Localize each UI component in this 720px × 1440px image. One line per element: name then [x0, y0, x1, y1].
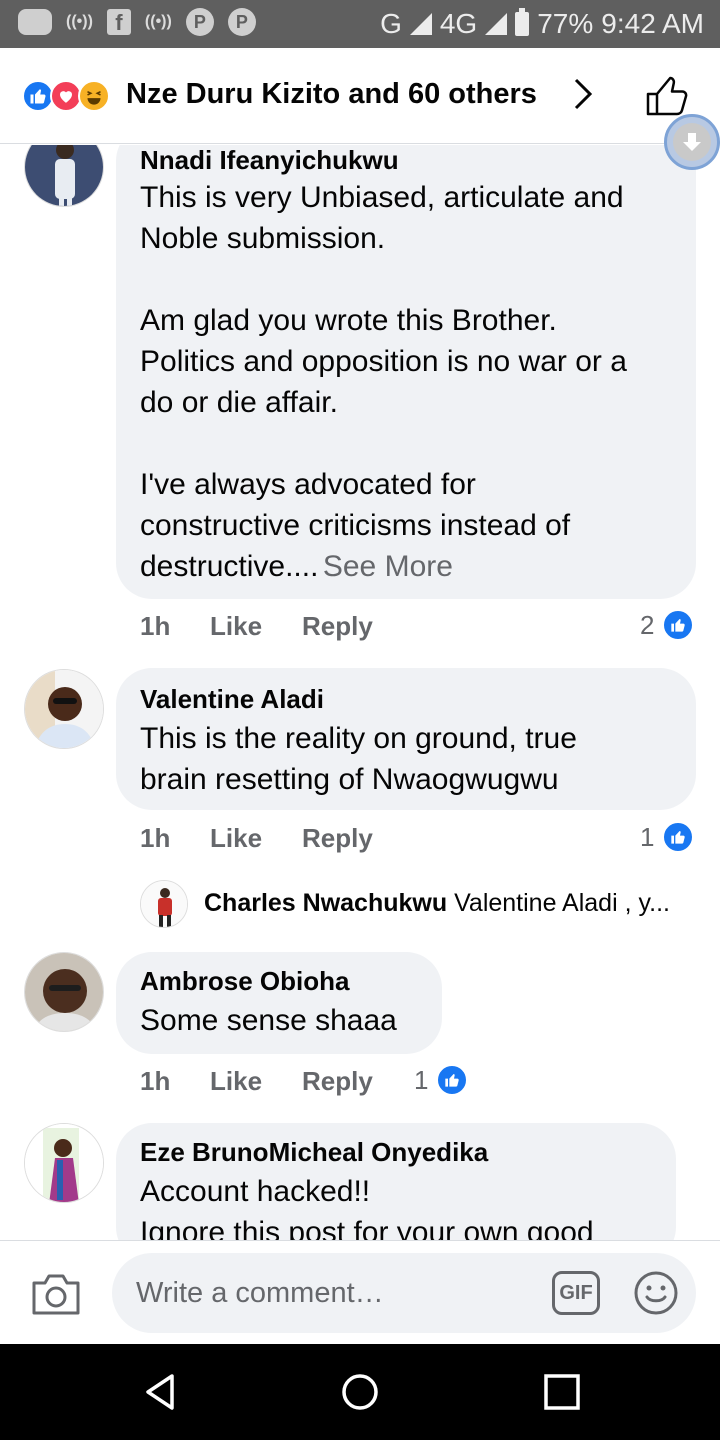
reaction-icons	[22, 80, 110, 112]
comment-actions: 1h Like Reply	[140, 611, 373, 642]
reactions-header[interactable]: Nze Duru Kizito and 60 others	[0, 48, 720, 144]
comment-text: Account hacked!! Ignore this post for yo…	[140, 1175, 594, 1240]
reply-author[interactable]: Charles Nwachukwu	[204, 889, 447, 917]
reply-snippet: Valentine Aladi , y...	[454, 889, 670, 917]
reactions-summary[interactable]: Nze Duru Kizito and 60 others	[126, 78, 537, 111]
signal-icon	[409, 13, 432, 35]
network-type-4g: 4G	[439, 8, 478, 39]
commenter-name[interactable]: Nnadi Ifeanyichukwu	[140, 145, 399, 176]
comment-bubble[interactable]: Valentine Aladi This is the reality on g…	[116, 668, 696, 810]
radio-waves-icon: ((•))	[66, 13, 93, 30]
reaction-count-value: 1	[414, 1064, 429, 1095]
avatar[interactable]	[24, 1123, 104, 1203]
reply-preview[interactable]: Charles Nwachukwu Valentine Aladi , y...	[204, 889, 670, 918]
radio-waves-icon-2: ((•))	[144, 13, 172, 30]
battery-level: 77%	[537, 8, 594, 39]
battery-icon	[515, 8, 530, 36]
like-button[interactable]: Like	[210, 823, 302, 854]
chevron-right-icon[interactable]	[568, 76, 598, 112]
camera-icon[interactable]	[30, 1271, 82, 1317]
comment-placeholder: Write a comment…	[136, 1277, 384, 1309]
like-badge-icon	[662, 609, 695, 641]
messages-app-icon	[18, 9, 52, 35]
comment-input[interactable]: Write a comment… GIF	[112, 1253, 696, 1333]
reply-button[interactable]: Reply	[302, 611, 373, 642]
reaction-count-value: 2	[640, 609, 655, 640]
facebook-icon: f	[106, 9, 131, 35]
notification-icons: ((•)) f ((•)) P P	[18, 8, 256, 36]
clock: 9:42 AM	[601, 8, 704, 39]
comment-bubble[interactable]: Ambrose Obioha Some sense shaaa	[116, 952, 442, 1054]
system-status: G 4G 77% 9:42 AM	[380, 8, 704, 40]
avatar[interactable]	[24, 952, 104, 1032]
arrow-down-icon	[673, 123, 711, 161]
comment-time: 1h	[140, 823, 171, 853]
like-badge-icon	[436, 1064, 469, 1096]
comment-text: This is very Unbiased, articulate and No…	[140, 181, 627, 583]
comment-text: This is the reality on ground, true brai…	[140, 722, 577, 796]
see-more-link[interactable]: See More	[323, 550, 453, 583]
comment-composer: Write a comment… GIF	[0, 1240, 720, 1344]
avatar[interactable]	[24, 145, 104, 207]
reaction-count[interactable]: 2	[640, 609, 695, 641]
comment-actions: 1h Like Reply	[140, 1066, 373, 1097]
comments-list[interactable]: Nnadi Ifeanyichukwu This is very Unbiase…	[0, 145, 720, 1240]
signal-icon-2	[485, 13, 508, 35]
like-button[interactable]: Like	[210, 1066, 302, 1097]
reply-button[interactable]: Reply	[302, 823, 373, 854]
comment-bubble[interactable]: Nnadi Ifeanyichukwu This is very Unbiase…	[116, 145, 696, 599]
haha-reaction-icon	[78, 80, 110, 112]
commenter-name[interactable]: Ambrose Obioha	[140, 966, 349, 997]
p-app-icon: P	[185, 8, 214, 36]
comment-text: Some sense shaaa	[140, 1004, 397, 1037]
comment-time: 1h	[140, 611, 171, 641]
comment-bubble[interactable]: Eze BrunoMicheal Onyedika Account hacked…	[116, 1123, 676, 1240]
scroll-down-button[interactable]	[664, 114, 720, 170]
system-nav-bar	[0, 1344, 720, 1440]
reply-avatar[interactable]	[140, 880, 188, 928]
back-icon[interactable]	[140, 1372, 180, 1412]
reaction-count[interactable]: 1	[640, 821, 695, 853]
reply-button[interactable]: Reply	[302, 1066, 373, 1097]
commenter-name[interactable]: Eze BrunoMicheal Onyedika	[140, 1137, 488, 1168]
status-bar: ((•)) f ((•)) P P G 4G 77% 9:42 AM	[0, 0, 720, 48]
like-button[interactable]: Like	[210, 611, 302, 642]
comment-text-block: This is very Unbiased, articulate and No…	[140, 177, 680, 587]
emoji-icon[interactable]	[632, 1269, 680, 1317]
home-icon[interactable]	[340, 1372, 380, 1412]
network-type: G	[380, 8, 402, 39]
like-badge-icon	[662, 821, 695, 853]
recents-icon[interactable]	[542, 1372, 582, 1412]
p-app-icon-2: P	[227, 8, 256, 36]
commenter-name[interactable]: Valentine Aladi	[140, 684, 324, 715]
comment-time: 1h	[140, 1066, 171, 1096]
reaction-count[interactable]: 1	[414, 1064, 469, 1096]
like-post-icon[interactable]	[644, 74, 690, 118]
comment-actions: 1h Like Reply	[140, 823, 373, 854]
avatar[interactable]	[24, 669, 104, 749]
reaction-count-value: 1	[640, 821, 655, 852]
gif-button[interactable]: GIF	[552, 1271, 600, 1315]
